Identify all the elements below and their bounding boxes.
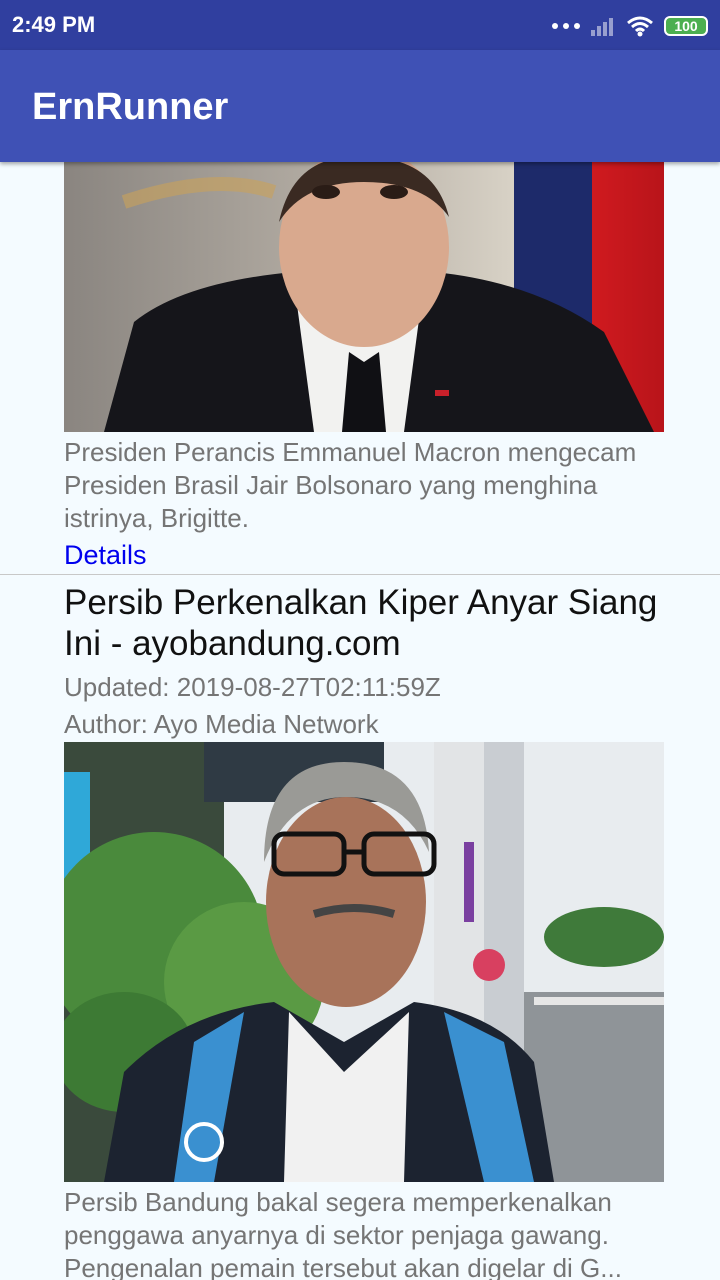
wifi-icon xyxy=(627,16,653,37)
status-bar: 2:49 PM 100 xyxy=(0,0,720,50)
article-description: Presiden Perancis Emmanuel Macron mengec… xyxy=(64,437,637,533)
app-bar: ErnRunner xyxy=(0,50,720,162)
app-title: ErnRunner xyxy=(32,86,229,128)
more-dots-icon xyxy=(552,23,580,29)
status-icons: 100 xyxy=(552,13,708,39)
news-list[interactable]: Presiden Perancis Emmanuel Macron mengec… xyxy=(0,162,720,1280)
divider xyxy=(0,574,720,575)
article-author: Author: Ayo Media Network xyxy=(64,709,379,739)
battery-icon: 100 xyxy=(664,16,708,36)
article-image-persib xyxy=(64,742,664,1182)
article-description-text: Persib Bandung bakal segera memperkenalk… xyxy=(64,1187,622,1280)
status-time: 2:49 PM xyxy=(12,12,96,37)
battery-level: 100 xyxy=(674,18,698,34)
signal-icon xyxy=(591,18,613,36)
article-title[interactable]: Persib Perkenalkan Kiper Anyar Siang Ini… xyxy=(64,582,684,664)
article-description: Persib Bandung bakal segera memperkenalk… xyxy=(64,1186,654,1280)
article-updated: Updated: 2019-08-27T02:11:59Z xyxy=(64,672,441,702)
details-link[interactable]: Details xyxy=(64,540,147,571)
article-image-macron xyxy=(64,162,664,432)
